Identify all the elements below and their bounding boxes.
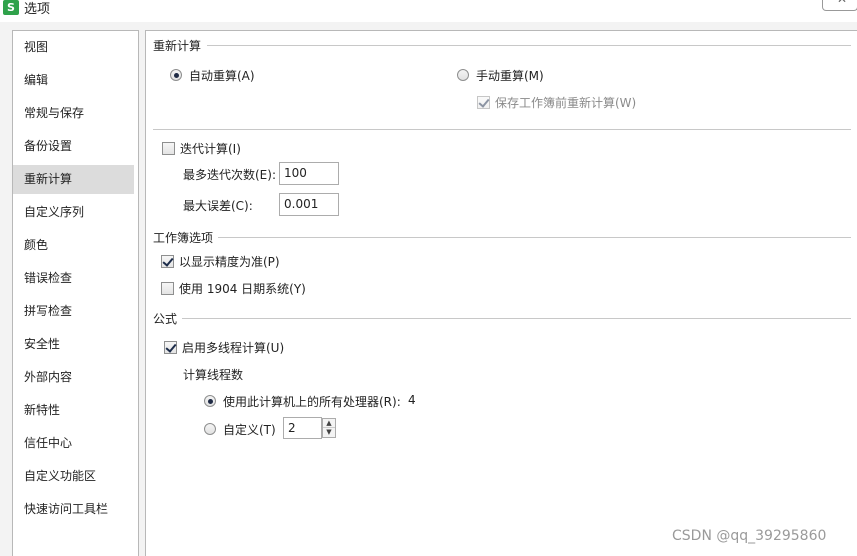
custom-threads-spinner[interactable]: ▲ ▼ (322, 418, 336, 438)
sidebar-item-quick-access-toolbar[interactable]: 快速访问工具栏 (13, 495, 134, 524)
sidebar-item-customize-ribbon[interactable]: 自定义功能区 (13, 462, 134, 491)
custom-threads-input[interactable]: 2 (283, 417, 322, 439)
section-divider (207, 45, 851, 46)
sidebar-item-trust-center[interactable]: 信任中心 (13, 429, 134, 458)
save-recalc-checkbox[interactable] (477, 96, 490, 109)
section-divider (218, 237, 851, 238)
close-button[interactable]: ✕ (822, 0, 857, 11)
max-change-label: 最大误差(C): (183, 199, 253, 213)
section-title-formula: 公式 (153, 312, 178, 326)
sidebar-item-general-save[interactable]: 常规与保存 (13, 99, 134, 128)
sidebar-item-backup[interactable]: 备份设置 (13, 132, 134, 161)
close-icon[interactable]: ✕ (837, 0, 847, 6)
multithread-label[interactable]: 启用多线程计算(U) (182, 339, 284, 356)
spinner-up-icon[interactable]: ▲ (323, 419, 335, 428)
sidebar-item-spell-check[interactable]: 拼写检查 (13, 297, 134, 326)
window-title: 选项 (24, 2, 51, 17)
sidebar-item-edit[interactable]: 编辑 (13, 66, 134, 95)
use-all-processors-label[interactable]: 使用此计算机上的所有处理器(R): (223, 393, 401, 410)
precision-as-displayed-checkbox[interactable] (161, 255, 174, 268)
processor-count: 4 (408, 393, 416, 407)
date-1904-checkbox[interactable] (161, 282, 174, 295)
max-iterations-label: 最多迭代次数(E): (183, 168, 276, 182)
watermark: CSDN @qq_39295860 (672, 528, 827, 544)
iterative-calc-label[interactable]: 迭代计算(I) (180, 140, 241, 157)
section-divider (182, 318, 851, 319)
iterative-calc-checkbox[interactable] (162, 142, 175, 155)
options-sidebar: 视图 编辑 常规与保存 备份设置 重新计算 自定义序列 颜色 错误检查 拼写检查… (12, 30, 139, 556)
section-divider (153, 129, 851, 130)
section-title-workbook-options: 工作簿选项 (153, 231, 214, 245)
section-title-recalculation: 重新计算 (153, 39, 202, 53)
title-bar: S 选项 ✕ (0, 0, 857, 22)
app-icon: S (3, 0, 19, 15)
multithread-checkbox[interactable] (164, 341, 177, 354)
max-change-input[interactable]: 0.001 (279, 193, 339, 216)
custom-threads-radio[interactable] (204, 423, 216, 435)
sidebar-item-view[interactable]: 视图 (13, 33, 134, 62)
manual-recalc-radio[interactable] (457, 69, 469, 81)
sidebar-item-color[interactable]: 颜色 (13, 231, 134, 260)
sidebar-item-external-content[interactable]: 外部内容 (13, 363, 134, 392)
sidebar-item-recalculation[interactable]: 重新计算 (13, 165, 134, 194)
spinner-down-icon[interactable]: ▼ (323, 428, 335, 437)
date-1904-label[interactable]: 使用 1904 日期系统(Y) (179, 280, 306, 297)
sidebar-item-error-check[interactable]: 错误检查 (13, 264, 134, 293)
max-iterations-input[interactable]: 100 (279, 162, 339, 185)
sidebar-item-custom-lists[interactable]: 自定义序列 (13, 198, 134, 227)
auto-recalc-label[interactable]: 自动重算(A) (189, 67, 255, 84)
custom-threads-label[interactable]: 自定义(T) (223, 421, 276, 438)
sidebar-item-new-features[interactable]: 新特性 (13, 396, 134, 425)
save-recalc-label[interactable]: 保存工作簿前重新计算(W) (495, 94, 636, 111)
auto-recalc-radio[interactable] (170, 69, 182, 81)
precision-as-displayed-label[interactable]: 以显示精度为准(P) (179, 253, 280, 270)
sidebar-item-security[interactable]: 安全性 (13, 330, 134, 359)
calc-threads-label: 计算线程数 (183, 368, 244, 382)
use-all-processors-radio[interactable] (204, 395, 216, 407)
manual-recalc-label[interactable]: 手动重算(M) (476, 67, 544, 84)
